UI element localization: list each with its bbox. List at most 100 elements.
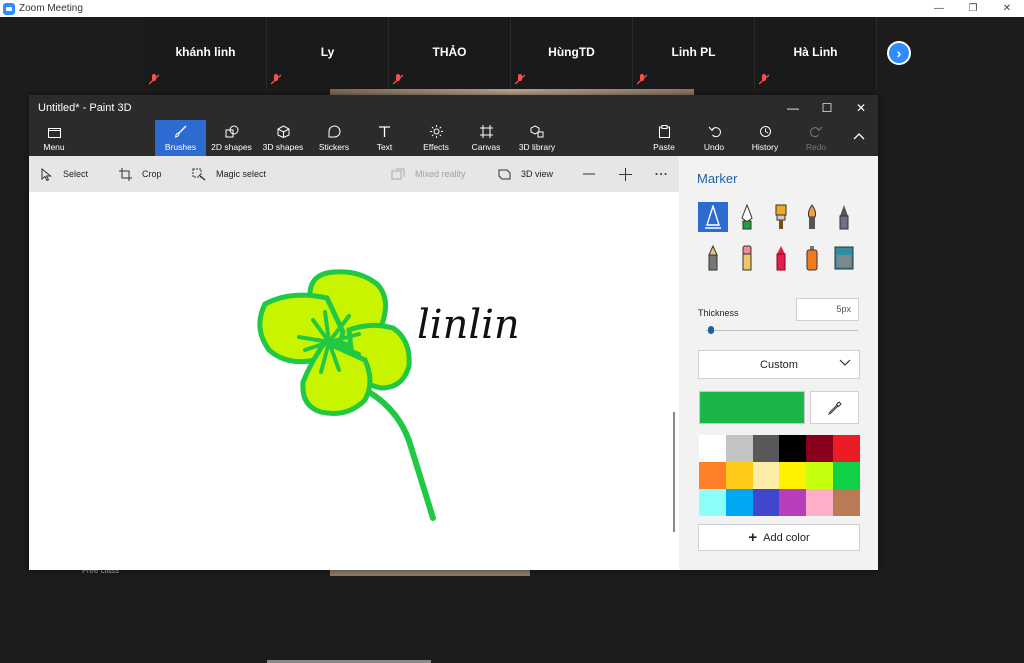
participant-tile[interactable]: Linh PL	[633, 17, 755, 89]
paint-minimize-button[interactable]: —	[776, 95, 810, 120]
color-swatch[interactable]	[725, 435, 753, 462]
crop-button[interactable]: Crop	[119, 156, 162, 192]
tab-stickers[interactable]: Stickers	[316, 120, 352, 156]
select-button[interactable]: Select	[41, 156, 88, 192]
brush-side-panel: Marker Thickness 5px Custom + Add color	[679, 156, 878, 570]
color-swatch[interactable]	[832, 462, 860, 489]
zoom-restore-button[interactable]: ❐	[956, 0, 990, 17]
magic-select-button[interactable]: Magic select	[192, 156, 266, 192]
paste-icon	[658, 125, 670, 138]
brush-marker[interactable]	[698, 202, 728, 232]
thickness-slider-thumb[interactable]	[707, 326, 714, 334]
participant-tile[interactable]: THẢO	[389, 17, 511, 89]
participant-tile[interactable]: Hà Linh	[755, 17, 877, 89]
color-swatch[interactable]	[806, 489, 833, 516]
eyedropper-button[interactable]	[810, 391, 859, 424]
opacity-dropdown[interactable]: Custom	[698, 350, 860, 379]
chevron-down-icon	[839, 359, 851, 366]
vertical-scrollbar[interactable]	[673, 412, 675, 532]
cursor-icon	[41, 167, 52, 181]
participant-tile[interactable]: Ly	[267, 17, 389, 89]
more-options-button[interactable]	[655, 156, 677, 192]
color-swatch[interactable]	[779, 435, 807, 462]
mixed-reality-button[interactable]: Mixed reality	[391, 156, 466, 192]
color-swatch[interactable]	[806, 435, 833, 462]
color-swatch[interactable]	[806, 462, 833, 489]
paint3d-window: Untitled* - Paint 3D — ☐ ✕ Menu Brushes …	[29, 95, 878, 663]
canvas-icon	[479, 125, 493, 138]
thickness-label: Thickness	[698, 308, 739, 318]
panel-title: Marker	[697, 171, 738, 186]
color-swatch[interactable]	[832, 435, 860, 462]
next-participants-button[interactable]: ›	[887, 41, 911, 65]
muted-mic-icon	[271, 74, 281, 85]
mixed-reality-icon	[391, 168, 405, 179]
zoom-close-button[interactable]: ✕	[990, 0, 1024, 17]
3d-view-button[interactable]: 3D view	[498, 156, 553, 192]
zoom-minimize-button[interactable]: —	[922, 0, 956, 17]
zoom-out-button[interactable]	[583, 156, 605, 192]
paint-maximize-button[interactable]: ☐	[810, 95, 844, 120]
pixel-pen-icon	[839, 205, 849, 230]
paint-close-button[interactable]: ✕	[844, 95, 878, 120]
plus-icon: +	[748, 529, 758, 546]
color-swatch[interactable]	[725, 489, 753, 516]
color-swatch[interactable]	[699, 462, 726, 489]
muted-mic-icon	[393, 74, 403, 85]
tab-brushes[interactable]: Brushes	[155, 120, 206, 156]
participant-name: THẢO	[432, 45, 467, 59]
redo-button[interactable]: Redo	[803, 120, 829, 156]
color-swatch[interactable]	[779, 462, 807, 489]
zoom-logo-icon	[3, 2, 15, 15]
color-swatch[interactable]	[699, 489, 726, 516]
menu-button[interactable]: Menu	[37, 120, 71, 156]
color-swatch[interactable]	[779, 489, 807, 516]
color-swatch[interactable]	[752, 462, 780, 489]
collapse-ribbon-button[interactable]	[849, 120, 869, 156]
participant-name: khánh linh	[175, 45, 236, 59]
participant-tile[interactable]: khánh linh	[145, 17, 267, 89]
muted-mic-icon	[759, 74, 769, 85]
thickness-input[interactable]: 5px	[796, 298, 859, 321]
redo-icon	[809, 126, 822, 138]
sticker-icon	[328, 125, 340, 138]
shared-video-edge-bottom	[330, 569, 530, 576]
paint3d-ribbon: Menu Brushes 2D shapes 3D shapes Sticker…	[29, 120, 878, 156]
zoom-in-button[interactable]	[619, 156, 642, 192]
brush-pixel-pen[interactable]	[829, 202, 859, 232]
undo-button[interactable]: Undo	[700, 120, 728, 156]
current-color-swatch[interactable]	[699, 391, 805, 424]
participant-tile[interactable]: HùngTD	[511, 17, 633, 89]
tab-3d-shapes[interactable]: 3D shapes	[260, 120, 306, 156]
tab-3d-library[interactable]: 3D library	[516, 120, 558, 156]
crop-icon	[119, 167, 132, 181]
thickness-slider-track[interactable]	[706, 330, 858, 331]
brush-pencil[interactable]	[698, 243, 728, 273]
tab-2d-shapes[interactable]: 2D shapes	[209, 120, 254, 156]
tab-canvas[interactable]: Canvas	[471, 120, 501, 156]
paste-button[interactable]: Paste	[649, 120, 679, 156]
brush-spray-can[interactable]	[797, 243, 827, 273]
crayon-icon	[776, 246, 786, 271]
color-swatch[interactable]	[752, 435, 780, 462]
brush-watercolor[interactable]	[797, 202, 827, 232]
drawing-canvas[interactable]: linlin	[29, 192, 679, 663]
tab-effects[interactable]: Effects	[421, 120, 451, 156]
color-swatch[interactable]	[832, 489, 860, 516]
brush-oil[interactable]	[766, 202, 796, 232]
brush-crayon[interactable]	[766, 243, 796, 273]
brush-fill[interactable]	[829, 243, 859, 273]
calligraphy-pen-icon	[741, 204, 753, 230]
color-swatch[interactable]	[699, 435, 726, 462]
tab-text[interactable]: Text	[372, 120, 397, 156]
brush-eraser[interactable]	[732, 243, 762, 273]
add-color-button[interactable]: + Add color	[698, 524, 860, 551]
history-button[interactable]: History	[748, 120, 782, 156]
paint3d-titlebar: Untitled* - Paint 3D — ☐ ✕	[29, 95, 878, 120]
eraser-icon	[742, 245, 752, 271]
zoom-titlebar: Zoom Meeting — ❐ ✕	[0, 0, 1024, 17]
color-swatch[interactable]	[725, 462, 753, 489]
color-swatch[interactable]	[752, 489, 780, 516]
muted-mic-icon	[637, 74, 647, 85]
brush-calligraphy-pen[interactable]	[732, 202, 762, 232]
